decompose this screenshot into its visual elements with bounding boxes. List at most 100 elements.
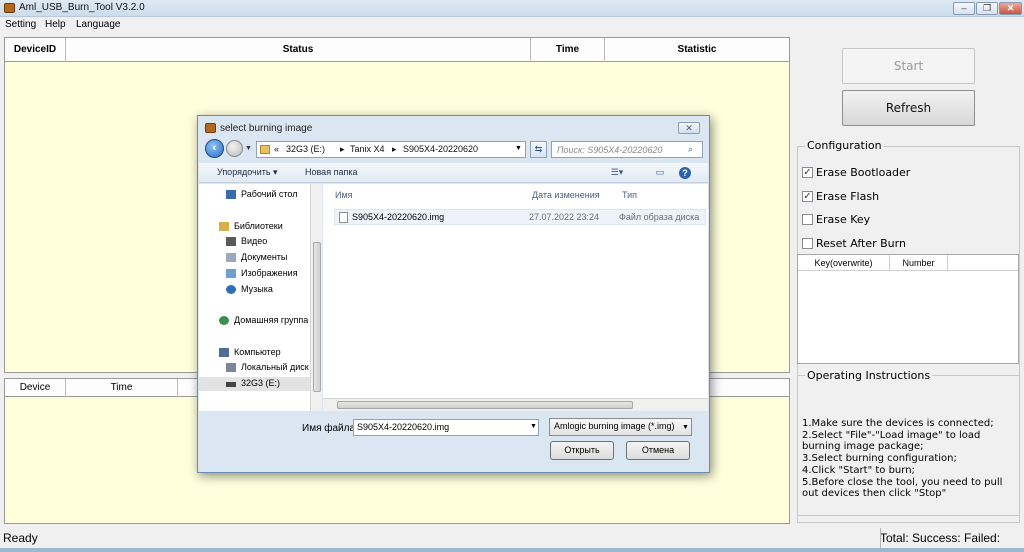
configuration-title: Configuration — [805, 139, 884, 152]
nav-item-desktop[interactable]: Рабочий стол — [199, 188, 321, 202]
menu-setting[interactable]: Setting — [5, 19, 36, 30]
dialog-close-button[interactable]: ✕ — [678, 122, 700, 134]
music-icon — [226, 285, 236, 294]
organize-menu[interactable]: Упорядочить ▾ — [217, 167, 278, 178]
nav-item-music[interactable]: Музыка — [199, 283, 321, 297]
nav-item-computer[interactable]: Компьютер — [199, 346, 321, 360]
open-button[interactable]: Открыть — [550, 441, 614, 460]
breadcrumb-overflow[interactable]: « — [274, 144, 279, 154]
column-deviceid[interactable]: DeviceID — [5, 38, 66, 62]
erase-flash-checkbox[interactable]: ✓ — [802, 191, 813, 202]
filename-input[interactable]: S905X4-20220620.img — [353, 419, 539, 436]
reset-after-burn-checkbox[interactable] — [802, 238, 813, 249]
nav-item-pictures[interactable]: Изображения — [199, 267, 321, 281]
new-folder-button[interactable]: Новая папка — [305, 167, 357, 177]
instruction-line: 1.Make sure the devices is connected; — [802, 418, 994, 429]
dialog-toolbar: Упорядочить ▾ Новая папка ☰▾ ▭ ? — [199, 163, 708, 183]
view-options-icon[interactable]: ☰▾ — [610, 167, 624, 179]
column-key-overwrite[interactable]: Key(overwrite) — [798, 255, 890, 271]
device-table-header: DeviceID Status Time Statistic — [5, 38, 789, 62]
breadcrumb-drive[interactable]: 32G3 (E:) — [286, 144, 325, 154]
nav-item-documents[interactable]: Документы — [199, 251, 321, 265]
taskbar — [0, 548, 1024, 552]
nav-item-libraries[interactable]: Библиотеки — [199, 220, 321, 234]
cancel-button[interactable]: Отмена — [626, 441, 690, 460]
computer-icon — [219, 348, 229, 357]
nav-item-label: Музыка — [241, 284, 273, 294]
minimize-button[interactable]: – — [953, 2, 975, 15]
file-type: Файл образа диска — [619, 212, 700, 222]
desktop-icon — [226, 190, 236, 199]
menu-help[interactable]: Help — [45, 19, 66, 30]
column-device[interactable]: Device — [5, 379, 66, 397]
column-date-modified[interactable]: Дата изменения — [532, 190, 600, 200]
documents-icon — [226, 253, 236, 262]
menu-bar: Setting Help Language — [0, 17, 1024, 34]
help-icon[interactable]: ? — [679, 167, 691, 179]
key-table[interactable]: Key(overwrite) Number — [797, 254, 1019, 364]
close-window-button[interactable]: ✕ — [999, 2, 1022, 15]
instruction-line: 3.Select burning configuration; — [802, 453, 957, 465]
refresh-button[interactable]: Refresh — [842, 90, 975, 126]
navigation-scroll-thumb[interactable] — [313, 242, 321, 392]
nav-item-usb-drive[interactable]: 32G3 (E:) — [199, 377, 321, 391]
filetype-dropdown-icon[interactable]: ▼ — [682, 424, 689, 431]
nav-item-label: Рабочий стол — [241, 189, 298, 199]
start-button[interactable]: Start — [842, 48, 975, 84]
erase-key-label: Erase Key — [816, 213, 871, 226]
column-type[interactable]: Тип — [622, 190, 637, 200]
erase-key-checkbox[interactable] — [802, 214, 813, 225]
nav-item-local-disk[interactable]: Локальный диск — [199, 361, 321, 375]
back-arrow-icon[interactable]: ‹ — [205, 139, 224, 158]
preview-pane-icon[interactable]: ▭ — [653, 167, 667, 179]
nav-item-label: Компьютер — [234, 347, 281, 357]
nav-item-label: Домашняя группа — [234, 315, 309, 325]
file-date: 27.07.2022 23:24 — [529, 212, 600, 222]
filename-dropdown-icon[interactable]: ▼ — [530, 423, 537, 430]
title-bar: Aml_USB_Burn_Tool V3.2.0 – ❐ ✕ — [0, 0, 1024, 17]
file-row[interactable]: S905X4-20220620.img 27.07.2022 23:24 Фай… — [334, 209, 706, 225]
video-icon — [226, 237, 236, 246]
erase-bootloader-label: Erase Bootloader — [816, 166, 911, 179]
column-name[interactable]: Имя — [335, 190, 353, 200]
file-list-scrollbar[interactable] — [323, 398, 708, 411]
file-list-scroll-thumb[interactable] — [337, 401, 633, 409]
nav-item-homegroup[interactable]: Домашняя группа — [199, 314, 321, 328]
address-dropdown-icon[interactable]: ▼ — [515, 145, 522, 152]
navigation-scrollbar[interactable] — [310, 184, 322, 411]
breadcrumb-current-folder[interactable]: S905X4-20220620 — [403, 144, 478, 154]
navigation-pane[interactable]: Рабочий стол Библиотеки Видео Документы … — [199, 184, 322, 411]
filetype-select[interactable]: Amlogic burning image (*.img) — [549, 418, 692, 436]
breadcrumb-tanix[interactable]: Tanix X4 — [350, 144, 385, 154]
search-input[interactable]: Поиск: S905X4-20220620 ⌕ — [551, 141, 703, 158]
column-log-time[interactable]: Time — [66, 379, 178, 397]
status-ready: Ready — [3, 531, 38, 545]
breadcrumb-separator[interactable]: ▸ — [340, 144, 345, 155]
maximize-button[interactable]: ❐ — [976, 2, 998, 15]
nav-item-label: Библиотеки — [234, 221, 283, 231]
dialog-title: select burning image — [220, 123, 313, 134]
breadcrumb-separator[interactable]: ▸ — [392, 144, 397, 155]
window-title: Aml_USB_Burn_Tool V3.2.0 — [19, 2, 145, 13]
usb-drive-icon — [226, 382, 236, 387]
column-statistic[interactable]: Statistic — [605, 38, 789, 62]
app-icon — [4, 3, 15, 13]
column-time[interactable]: Time — [531, 38, 605, 62]
search-icon[interactable]: ⌕ — [688, 144, 693, 155]
column-number[interactable]: Number — [890, 255, 948, 271]
erase-bootloader-checkbox[interactable]: ✓ — [802, 167, 813, 178]
forward-arrow-icon[interactable] — [226, 140, 243, 157]
column-status[interactable]: Status — [66, 38, 531, 62]
nav-item-label: Видео — [241, 236, 268, 246]
key-table-header: Key(overwrite) Number — [798, 255, 1018, 271]
menu-language[interactable]: Language — [76, 19, 121, 30]
file-list[interactable]: Имя Дата изменения Тип S905X4-20220620.i… — [323, 184, 708, 411]
refresh-icon[interactable]: ⇆ — [530, 141, 547, 158]
dialog-app-icon — [205, 123, 216, 133]
address-bar[interactable]: « 32G3 (E:) ▸ Tanix X4 ▸ S905X4-20220620… — [256, 141, 526, 158]
nav-item-video[interactable]: Видео — [199, 235, 321, 249]
file-open-dialog[interactable]: select burning image ✕ ‹ ▼ « 32G3 (E:) ▸… — [197, 115, 710, 473]
history-dropdown-icon[interactable]: ▼ — [245, 145, 252, 152]
nav-item-label: Документы — [241, 252, 288, 262]
local-disk-icon — [226, 363, 236, 372]
